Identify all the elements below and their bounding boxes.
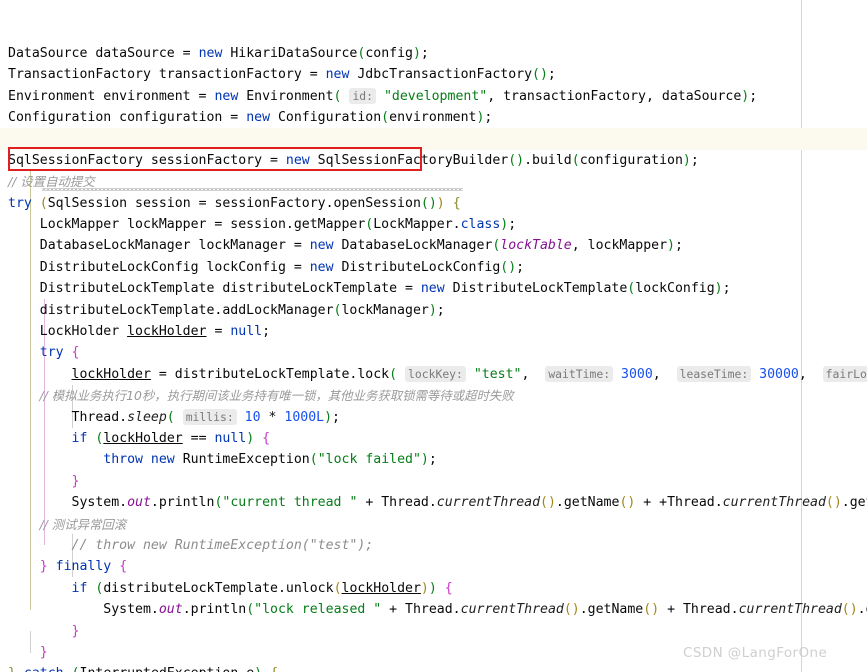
code-line[interactable]: DistributeLockTemplate distributeLockTem… [0,235,867,296]
code-line[interactable]: } [0,428,867,489]
code-line-catch[interactable]: } catch (InterruptedException e) { [0,621,867,672]
weak-warning-underline [42,188,463,192]
code-line[interactable]: if (distributeLockTemplate.unlock(lockHo… [0,535,867,596]
code-line-comment[interactable]: // 模拟业务执行10秒，执行期间该业务持有唯一锁，其他业务获取锁需等待或超时失… [0,342,867,403]
code-line-lock-call[interactable]: lockHolder = distributeLockTemplate.lock… [0,321,867,382]
code-line[interactable]: if (lockHolder == null) { [0,385,867,446]
code-line[interactable]: DistributeLockConfig lockConfig = new Di… [0,214,867,275]
code-editor-viewport[interactable]: DataSource dataSource = new HikariDataSo… [0,0,867,672]
code-line-inner-try[interactable]: try { [0,300,867,360]
code-line-comment[interactable]: // throw new RuntimeException("test"); [0,492,867,553]
code-line[interactable]: Configuration configuration = new Config… [0,64,867,125]
code-line[interactable]: DataSource dataSource = new HikariDataSo… [0,0,867,61]
code-line-println-lock-released[interactable]: System.out.println("lock released " + Th… [0,556,867,617]
code-line[interactable]: } [0,663,867,672]
code-line-comment-highlighted[interactable]: // 设置自动提交 [0,128,867,189]
code-line[interactable]: Thread.sleep( millis: 10 * 1000L); [0,364,867,425]
code-line[interactable]: distributeLockTemplate.addLockManager(lo… [0,257,867,318]
code-line[interactable]: throw new RuntimeException("lock failed"… [0,407,867,467]
code-line[interactable]: } [0,599,867,660]
code-line-println-current-thread[interactable]: System.out.println("current thread " + T… [0,449,867,510]
csdn-watermark: CSDN @LangForOne [683,645,828,661]
code-line[interactable]: SqlSessionFactory sessionFactory = new S… [0,107,867,168]
code-line[interactable]: Environment environment = new Environmen… [0,43,867,104]
code-line-finally[interactable]: } finally { [0,514,867,574]
code-line[interactable]: LockHolder lockHolder = null; [0,278,867,339]
code-line[interactable]: configuration.addMapper(LockMapper.class… [0,86,867,146]
code-line[interactable]: } [0,578,867,639]
code-line[interactable]: TransactionFactory transactionFactory = … [0,21,867,82]
code-line-try-with-resources[interactable]: try (SqlSession session = sessionFactory… [0,150,867,211]
code-line[interactable]: LockMapper lockMapper = session.getMappe… [0,171,867,232]
code-line-comment[interactable]: // 测试异常回滚 [0,471,867,532]
code-line[interactable]: DatabaseLockManager lockManager = new Da… [0,193,867,253]
